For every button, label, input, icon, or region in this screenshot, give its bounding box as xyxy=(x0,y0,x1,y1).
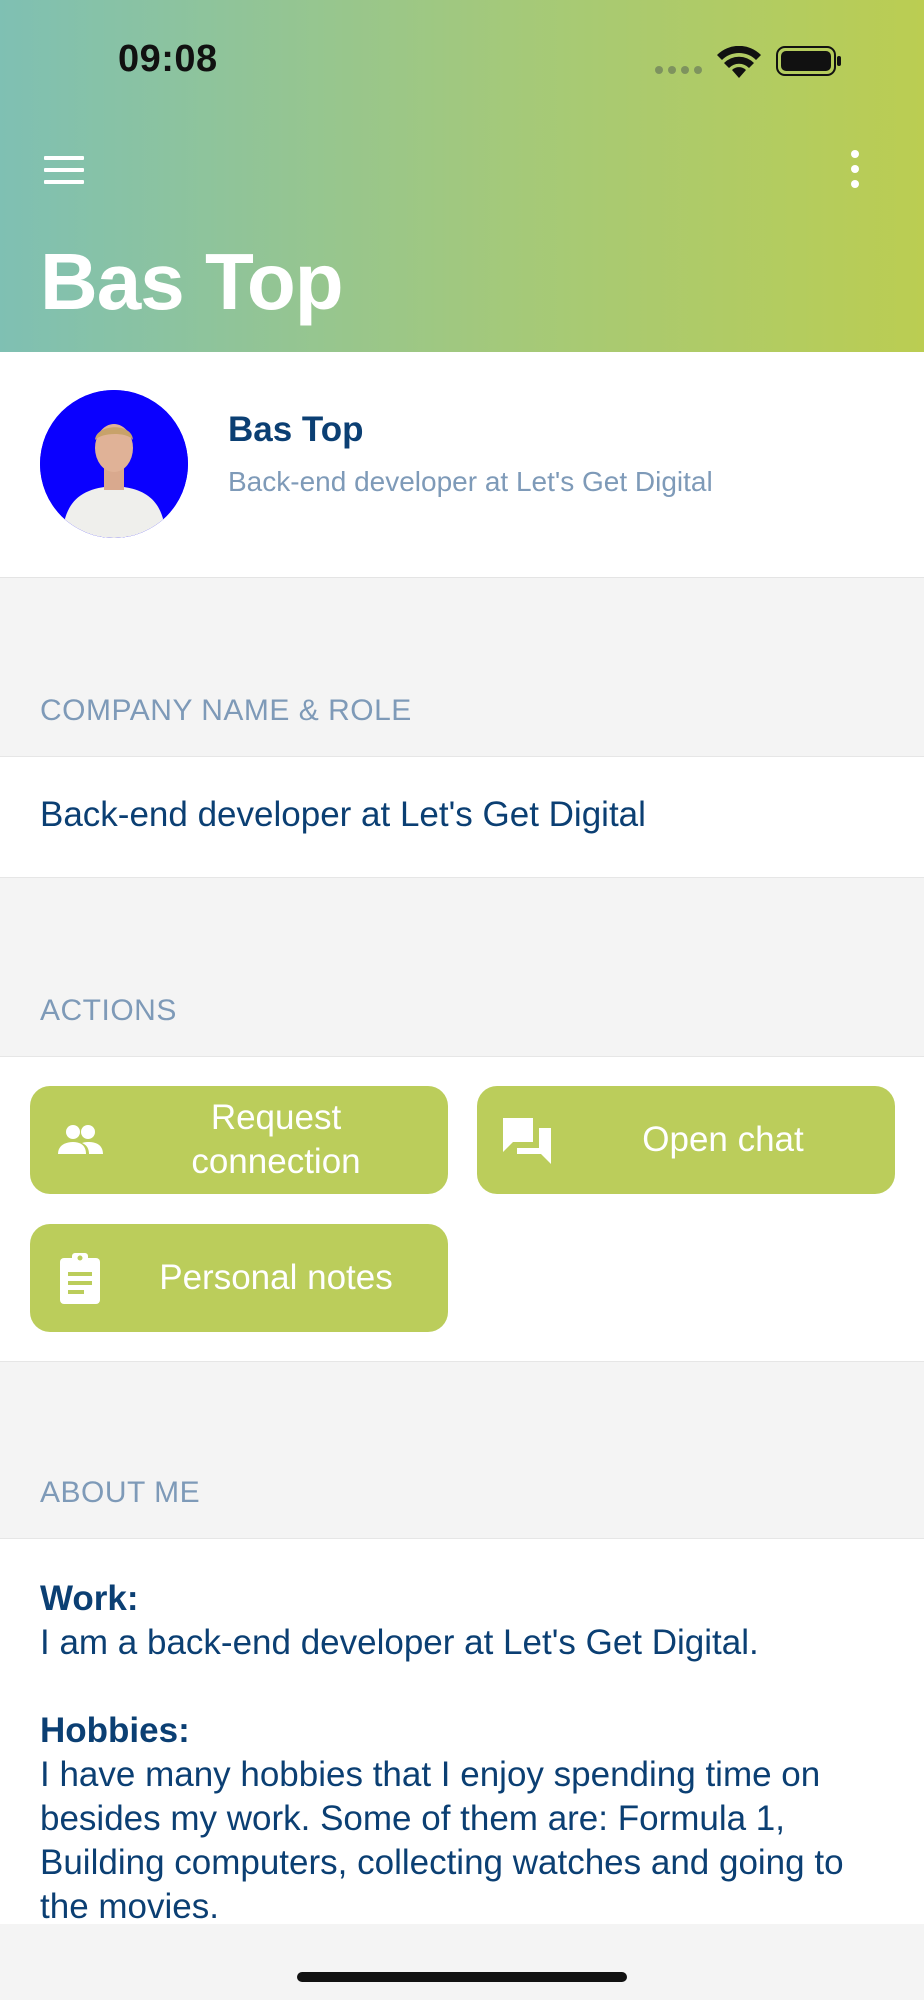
company-role-value: Back-end developer at Let's Get Digital xyxy=(40,795,646,834)
open-chat-button[interactable]: Open chat xyxy=(477,1086,895,1194)
hobbies-heading: Hobbies: xyxy=(40,1711,190,1750)
battery-icon xyxy=(776,46,841,76)
hobbies-text: I have many hobbies that I enjoy spendin… xyxy=(40,1755,844,1924)
company-block: Back-end developer at Let's Get Digital xyxy=(0,756,924,878)
profile-name: Bas Top xyxy=(228,410,364,449)
personal-notes-button[interactable]: Personal notes xyxy=(30,1224,448,1332)
actions-block: Request connection Open chat Personal no… xyxy=(0,1056,924,1362)
about-text: Work: I am a back-end developer at Let's… xyxy=(40,1577,900,1924)
request-connection-button[interactable]: Request connection xyxy=(30,1086,448,1194)
home-indicator[interactable] xyxy=(297,1972,627,1982)
actions-section-label: ACTIONS xyxy=(40,994,177,1027)
request-connection-label: Request connection xyxy=(191,1098,361,1181)
status-time: 09:08 xyxy=(118,38,218,80)
profile-card: Bas Top Back-end developer at Let's Get … xyxy=(0,352,924,578)
wifi-icon xyxy=(717,46,761,78)
company-section-label: COMPANY NAME & ROLE xyxy=(40,694,412,727)
personal-notes-label: Personal notes xyxy=(159,1258,393,1297)
work-text: I am a back-end developer at Let's Get D… xyxy=(40,1623,759,1662)
app-header: 09:08 Bas Top xyxy=(0,0,924,352)
about-section-label: ABOUT ME xyxy=(40,1476,201,1509)
more-options-icon[interactable] xyxy=(848,150,862,188)
page-title: Bas Top xyxy=(40,237,344,326)
profile-role: Back-end developer at Let's Get Digital xyxy=(228,466,713,497)
chat-icon xyxy=(503,1118,551,1164)
work-heading: Work: xyxy=(40,1579,139,1618)
about-block: Work: I am a back-end developer at Let's… xyxy=(0,1538,924,1924)
cellular-signal-icon xyxy=(655,66,702,74)
hamburger-menu-icon[interactable] xyxy=(44,156,84,186)
people-icon xyxy=(58,1125,103,1154)
clipboard-icon xyxy=(60,1253,100,1304)
open-chat-label: Open chat xyxy=(642,1120,804,1159)
avatar xyxy=(40,390,188,538)
